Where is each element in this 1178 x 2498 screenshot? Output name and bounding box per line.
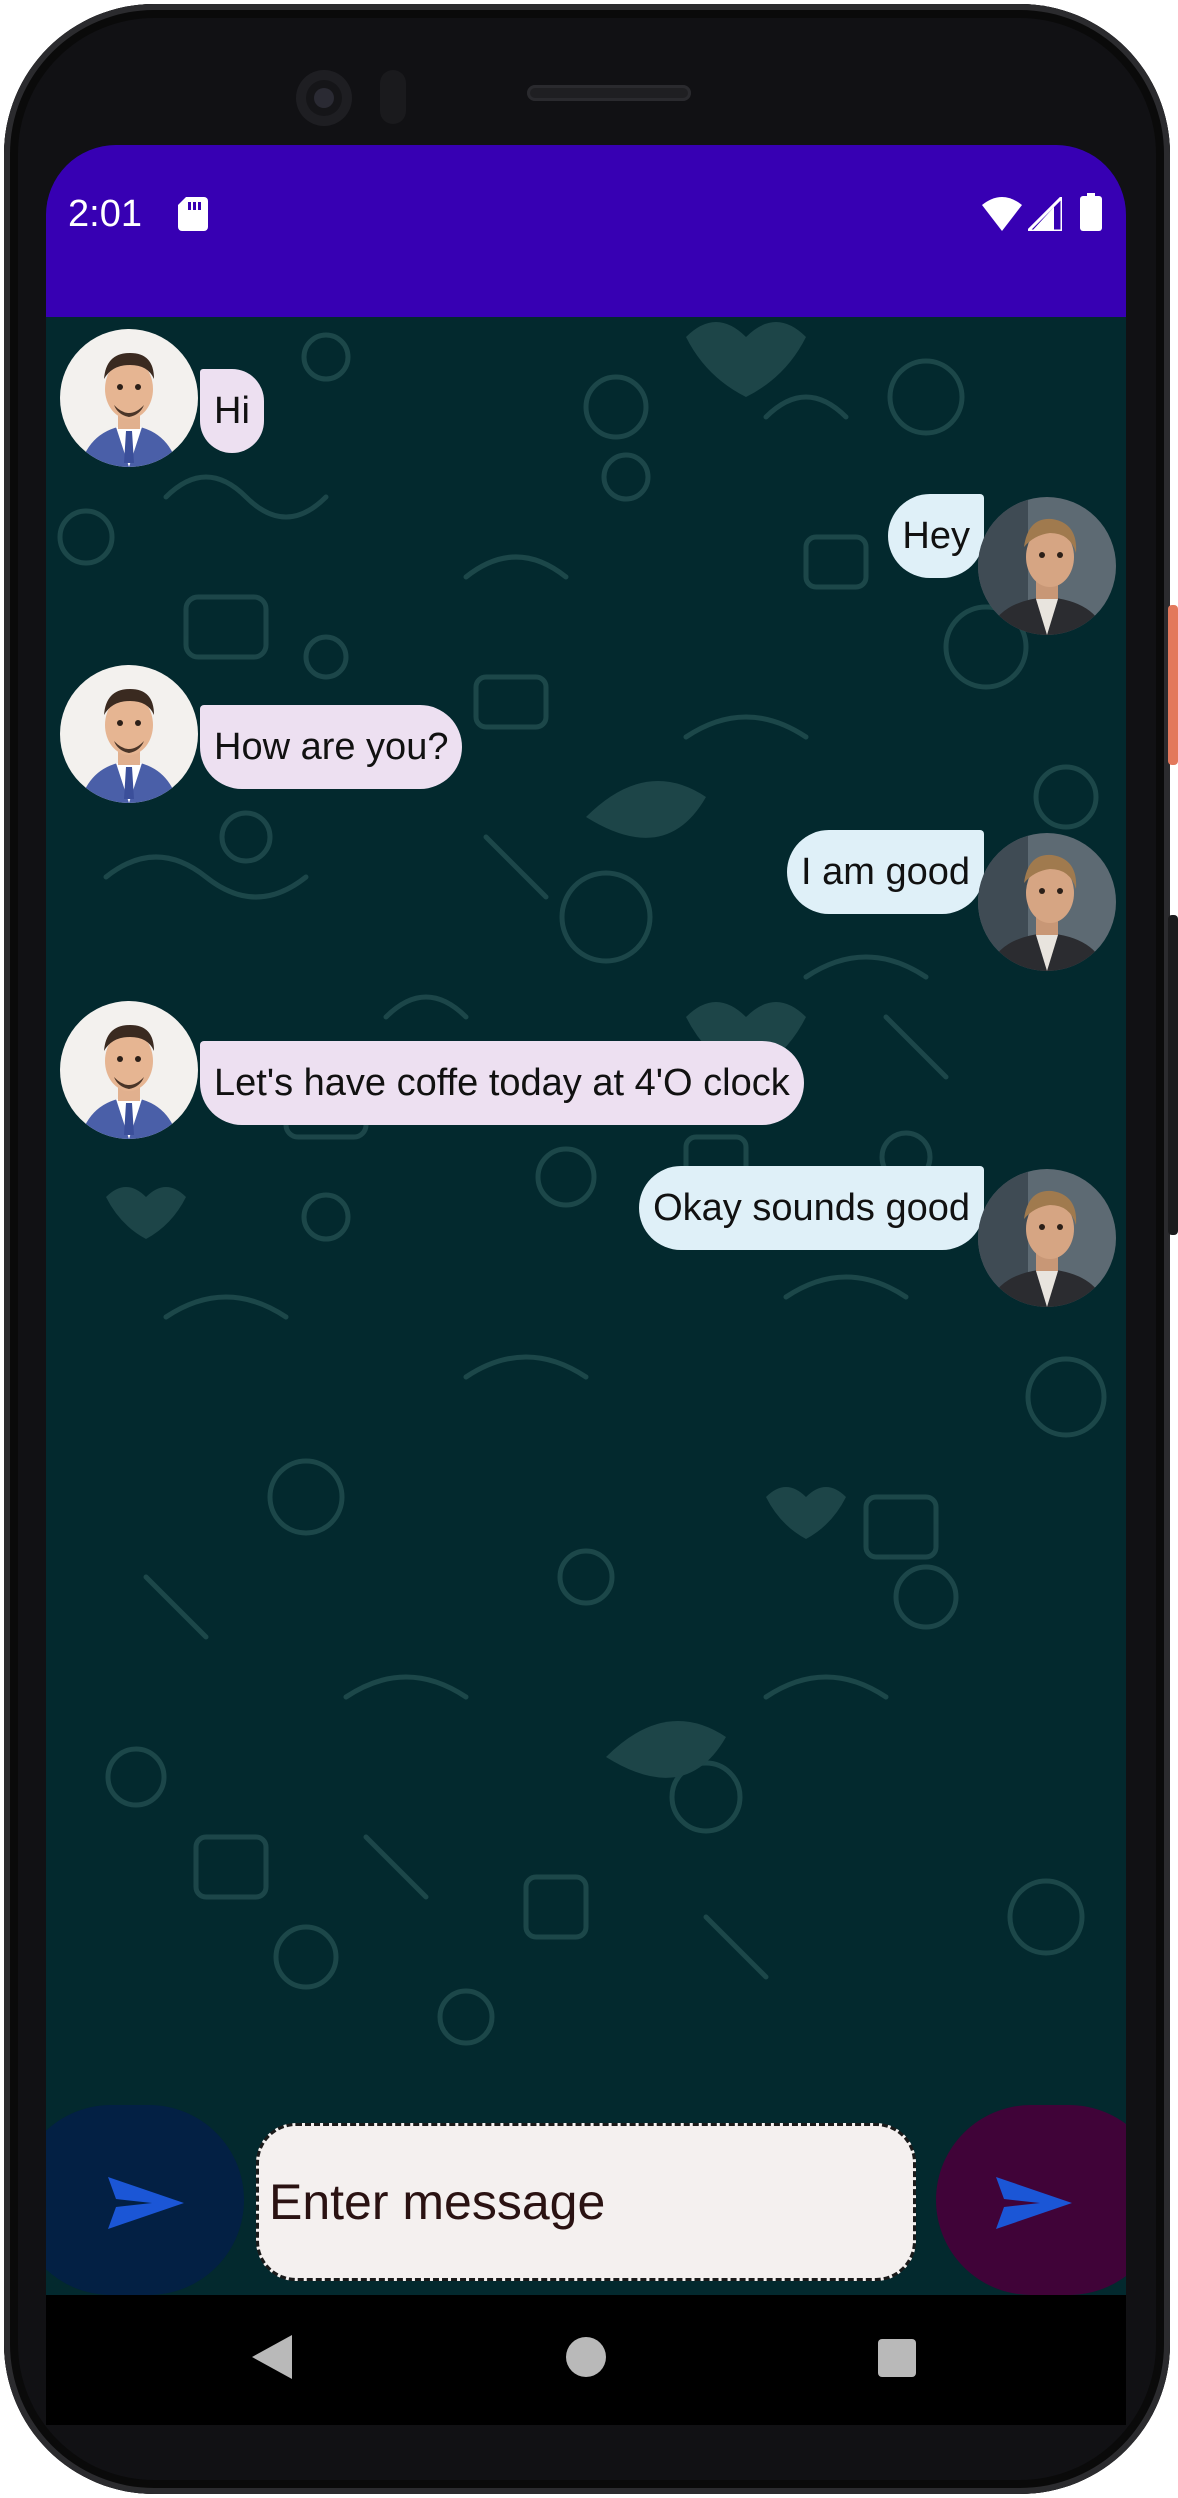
message-text: I am good [801,851,970,893]
message-bubble-outgoing[interactable]: Hey [888,494,984,578]
message-text: How are you? [214,726,449,768]
screen: 2:01 Hi Hey How are you? I am good Let's… [46,145,1126,2295]
message-bubble-outgoing[interactable]: I am good [787,830,984,914]
contact-avatar[interactable] [60,665,198,803]
message-bubble-incoming[interactable]: How are you? [200,705,463,789]
message-bubble-incoming[interactable]: Let's have coffe today at 4'O clock [200,1041,804,1125]
front-camera [296,70,352,126]
status-bar: 2:01 [46,145,1126,317]
wifi-icon [982,197,1022,231]
message-text: Okay sounds good [653,1187,970,1229]
recents-icon[interactable] [878,2339,916,2377]
contact-avatar[interactable] [60,329,198,467]
message-bubble-incoming[interactable]: Hi [200,369,264,453]
message-text: Hi [214,390,250,432]
chat-area[interactable]: Hi Hey How are you? I am good Let's have… [46,317,1126,2105]
message-text: Let's have coffe today at 4'O clock [214,1062,790,1104]
user-avatar[interactable] [978,1169,1116,1307]
sd-card-icon [178,197,208,231]
power-button [1168,605,1178,765]
status-time: 2:01 [68,193,142,235]
proximity-sensor [380,70,406,124]
home-icon[interactable] [566,2337,606,2377]
send-icon [108,2177,184,2229]
user-avatar[interactable] [978,497,1116,635]
back-icon[interactable] [252,2335,292,2379]
message-input[interactable] [256,2123,916,2281]
message-text: Hey [902,515,970,557]
contact-avatar[interactable] [60,1001,198,1139]
send-icon [996,2177,1072,2229]
message-bubble-outgoing[interactable]: Okay sounds good [639,1166,984,1250]
cell-signal-icon [1028,197,1062,231]
battery-icon [1080,193,1102,231]
user-avatar[interactable] [978,833,1116,971]
navigation-bar [46,2295,1126,2425]
message-composer [46,2105,1126,2295]
earpiece-speaker [527,85,691,101]
volume-button [1168,915,1178,1235]
